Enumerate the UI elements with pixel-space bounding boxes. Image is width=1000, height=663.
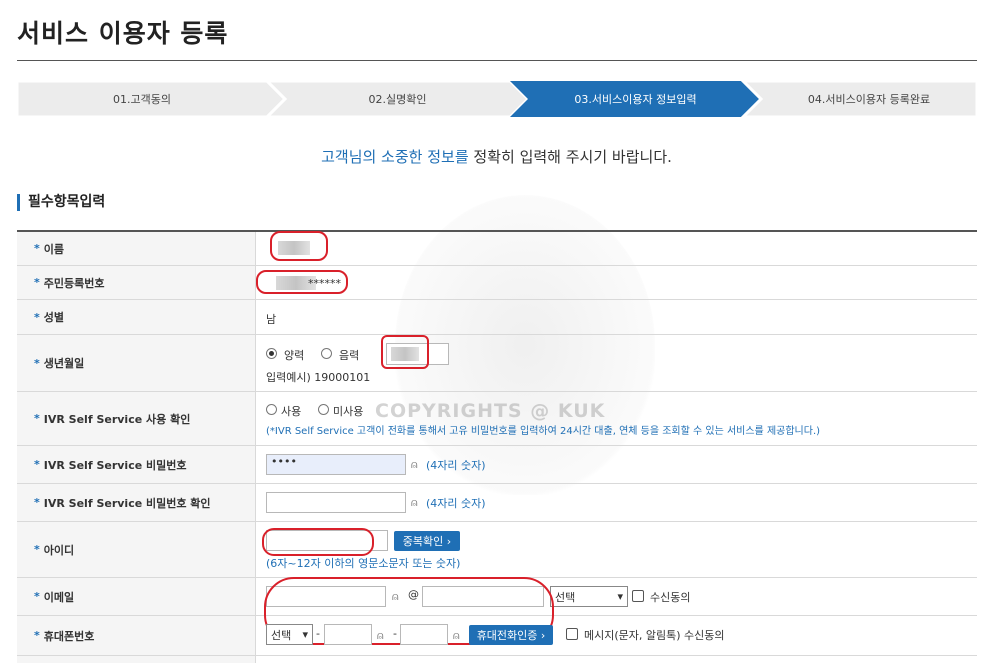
duplicate-check-button[interactable]: 중복확인 › [394, 531, 460, 551]
email-consent-label: 수신동의 [650, 591, 691, 604]
ivr-use-radio[interactable] [266, 404, 277, 415]
label-rrn: * 주민등록번호 [17, 266, 256, 299]
mobile-verify-button[interactable]: 휴대전화인증 › [469, 625, 553, 645]
row-email: * 이메일 ⍝ @ 선택 ▾ 수신동의 [17, 577, 977, 645]
solar-radio[interactable] [266, 348, 277, 359]
ivr-pw-hint: (4자리 숫자) [426, 459, 486, 472]
email-consent-checkbox[interactable] [632, 590, 644, 602]
solar-label: 양력 [284, 349, 305, 362]
lunar-label: 음력 [339, 349, 360, 362]
row-gender: * 성별 남 [17, 300, 977, 335]
annotation-circle [262, 528, 374, 556]
lunar-radio[interactable] [321, 348, 332, 359]
row-userid: * 아이디 중복확인 › (6자~12자 이하의 영문소문자 또는 숫자) [17, 522, 977, 578]
label-mobile: * 휴대폰번호 [17, 616, 256, 655]
step-4: 04.서비스이용자 등록완료 [807, 93, 931, 106]
mouse-icon[interactable]: ⍝ [453, 629, 460, 643]
sms-consent-checkbox[interactable] [566, 628, 578, 640]
mobile-middle-input[interactable] [324, 624, 372, 645]
annotation-circle [256, 270, 348, 294]
mobile-last-input[interactable] [400, 624, 448, 645]
mouse-icon[interactable]: ⍝ [411, 496, 418, 510]
mouse-icon[interactable]: ⍝ [411, 458, 418, 472]
label-ivr-pw: * IVR Self Service 비밀번호 [17, 446, 256, 483]
ivr-notuse-radio[interactable] [318, 404, 329, 415]
step-3-current: 03.서비스이용자 정보입력 [574, 93, 697, 106]
ivr-password-confirm-input[interactable] [266, 492, 406, 513]
mobile-prefix-select[interactable]: 선택 ▾ [266, 624, 313, 645]
label-birth: * 생년월일 [17, 335, 256, 391]
email-domain-select[interactable]: 선택 ▾ [550, 586, 628, 607]
copyright-watermark: COPYRIGHTS @ KUK [375, 400, 606, 422]
label-name: * 이름 [17, 232, 256, 265]
annotation-circle [270, 231, 328, 261]
row-ivr-pw-confirm: * IVR Self Service 비밀번호 확인 ⍝ (4자리 숫자) [17, 484, 977, 522]
label-userid: * 아이디 [17, 522, 256, 577]
intro-message: 고객님의 소중한 정보를 정확히 입력해 주시기 바랍니다. [0, 146, 993, 167]
row-birth: * 생년월일 양력 음력 입력예시) 19000101 [17, 335, 977, 392]
birth-example: 입력예시) 19000101 [266, 371, 371, 384]
step-2: 02.실명확인 [368, 93, 427, 106]
row-mobile: * 휴대폰번호 선택 ▾ - ⍝ - ⍝ 휴대전화인증 › 메시지(문자, 알림톡)… [17, 616, 977, 656]
row-rrn: * 주민등록번호 ****** [17, 266, 977, 300]
page-title: 서비스 이용자 등록 [17, 19, 229, 48]
chevron-down-icon: ▾ [617, 590, 623, 603]
userid-hint: (6자~12자 이하의 영문소문자 또는 숫자) [266, 557, 461, 570]
annotation-circle [381, 335, 429, 369]
intro-highlight: 고객님의 소중한 정보를 [321, 148, 469, 166]
ivr-pw-confirm-hint: (4자리 숫자) [426, 497, 486, 510]
label-gender: * 성별 [17, 300, 256, 334]
row-ivr-pw: * IVR Self Service 비밀번호 •••• ⍝ (4자리 숫자) [17, 446, 977, 484]
label-ivr-pw-confirm: * IVR Self Service 비밀번호 확인 [17, 484, 256, 521]
label-ivr-use: * IVR Self Service 사용 확인 [17, 392, 256, 445]
ivr-use-label: 사용 [281, 405, 302, 418]
mouse-icon[interactable]: ⍝ [377, 629, 384, 643]
step-indicator: 01.고객동의 02.실명확인 03.서비스이용자 정보입력 04.서비스이용자… [17, 81, 977, 117]
title-divider [17, 60, 977, 61]
ivr-password-input[interactable]: •••• [266, 454, 406, 475]
row-name: * 이름 [17, 231, 977, 266]
dash: - [316, 627, 320, 640]
gender-value: 남 [266, 313, 277, 326]
ivr-notuse-label: 미사용 [333, 405, 364, 418]
ivr-note: (*IVR Self Service 고객이 전화를 통해서 고유 비밀번호를 … [266, 426, 821, 437]
intro-rest: 정확히 입력해 주시기 바랍니다. [468, 148, 672, 166]
chevron-down-icon: ▾ [302, 628, 308, 641]
section-title: 필수항목입력 [17, 194, 105, 211]
step-1: 01.고객동의 [113, 93, 171, 106]
row-next-partial [17, 656, 977, 663]
registration-form: *이름 *주민등록번호 ****** *성별 남 *생년월일 양력 음력 [17, 230, 977, 663]
sms-consent-label: 메시지(문자, 알림톡) 수신동의 [584, 629, 725, 642]
label-email: * 이메일 [17, 578, 256, 615]
dash: - [393, 627, 397, 640]
